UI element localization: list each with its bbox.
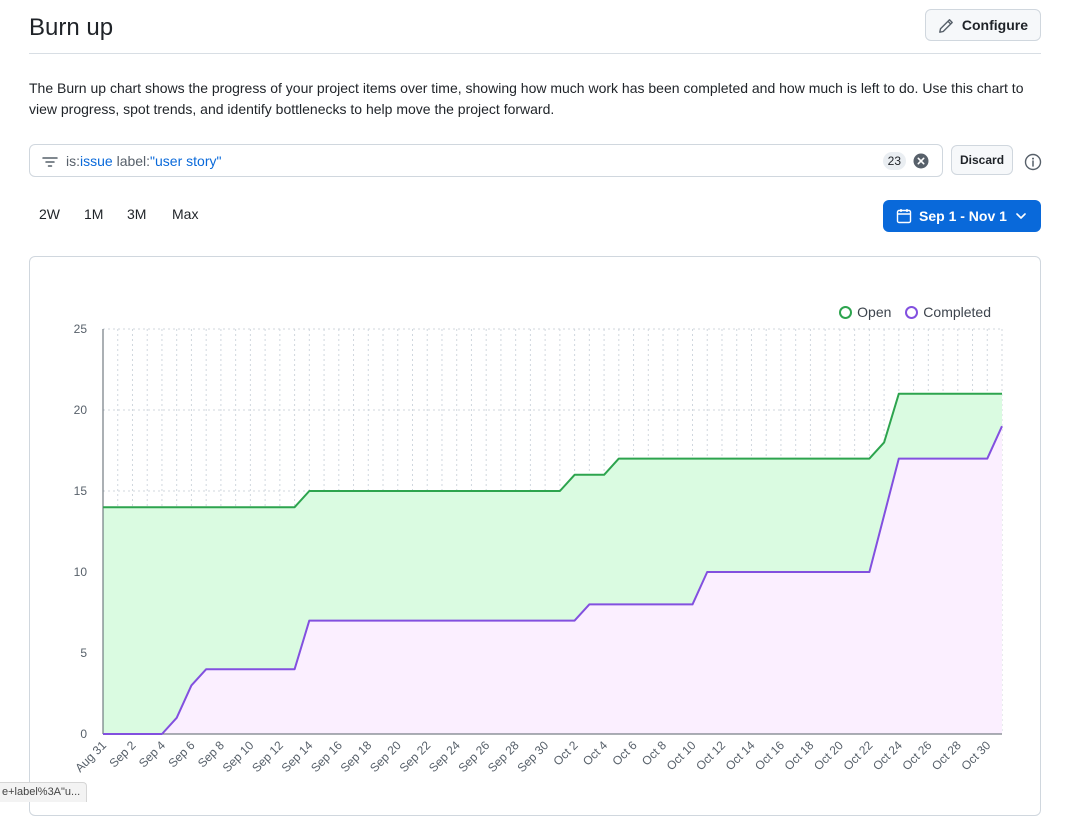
discard-button[interactable]: Discard [951, 145, 1014, 175]
x-tick-label: Oct 20 [811, 738, 846, 773]
x-tick-label: Oct 2 [551, 738, 581, 768]
chart-legend: Open Completed [829, 304, 991, 322]
x-tick-label: Oct 4 [580, 738, 610, 768]
tab-3m[interactable]: 3M [127, 206, 146, 222]
x-tick-label: Sep 12 [249, 738, 286, 775]
filter-icon [42, 157, 58, 167]
x-tick-label: Sep 4 [136, 738, 168, 770]
x-tick-label: Oct 22 [841, 738, 876, 773]
result-count-badge: 23 [882, 152, 906, 170]
x-tick-label: Oct 16 [752, 738, 787, 773]
x-tick-label: Sep 14 [279, 738, 316, 775]
x-tick-label: Oct 12 [693, 738, 728, 773]
y-tick-label: 5 [80, 646, 87, 660]
x-tick-label: Oct 10 [664, 738, 699, 773]
x-tick-label: Oct 28 [929, 738, 964, 773]
configure-button[interactable]: Configure [924, 9, 1041, 41]
tab-1m[interactable]: 1M [84, 206, 103, 222]
info-icon[interactable] [1024, 153, 1042, 171]
page-header: Burn up Configure [29, 0, 1041, 54]
chevron-down-icon [1016, 213, 1026, 219]
legend-open-marker [839, 306, 853, 319]
query-token: issue [80, 153, 113, 169]
y-tick-label: 10 [74, 565, 88, 579]
y-tick-label: 20 [74, 403, 88, 417]
status-bar-url: e+label%3A"u... [0, 782, 88, 802]
chart-description: The Burn up chart shows the progress of … [29, 80, 1024, 117]
query-token: label: [112, 153, 151, 169]
y-tick-label: 25 [74, 322, 88, 336]
x-tick-label: Sep 30 [514, 738, 551, 775]
legend-completed[interactable]: Completed [905, 304, 991, 320]
x-tick-label: Sep 26 [455, 738, 492, 775]
date-range-button[interactable]: Sep 1 - Nov 1 [883, 200, 1041, 232]
clear-filter-icon[interactable] [913, 153, 929, 169]
x-tick-label: Oct 14 [723, 738, 758, 773]
x-tick-label: Sep 20 [367, 738, 404, 775]
x-tick-label: Sep 2 [107, 738, 139, 770]
burn-up-chart: 0510152025Aug 31Sep 2Sep 4Sep 6Sep 8Sep … [72, 322, 1003, 775]
x-tick-label: Sep 28 [485, 738, 522, 775]
query-token: "user story" [150, 153, 222, 169]
legend-open-label: Open [857, 304, 892, 320]
y-tick-label: 15 [74, 484, 88, 498]
x-tick-label: Sep 10 [220, 738, 257, 775]
chart-card: 0 5 10 15 20 25 Aug 31 Sep 2 Sep 4 Sep 6 Sep 8 Sep … [29, 256, 1041, 816]
x-tick-label: Oct 24 [870, 738, 905, 773]
tab-max[interactable]: Max [172, 206, 198, 222]
x-tick-label: Sep 18 [338, 738, 375, 775]
query-token: is: [66, 153, 80, 169]
tab-2w[interactable]: 2W [39, 206, 60, 222]
x-tick-label: Oct 30 [958, 738, 993, 773]
legend-completed-label: Completed [923, 304, 991, 320]
x-tick-label: Sep 16 [308, 738, 345, 775]
x-tick-label: Oct 6 [609, 738, 639, 768]
y-tick-label: 0 [80, 727, 87, 741]
calendar-icon [896, 209, 912, 224]
x-tick-label: Sep 24 [426, 738, 463, 775]
date-range-label: Sep 1 - Nov 1 [919, 208, 1007, 224]
x-tick-label: Aug 31 [72, 738, 109, 775]
legend-open[interactable]: Open [839, 304, 891, 320]
filter-input[interactable]: is:issue label:"user story" 23 [29, 144, 943, 177]
configure-label: Configure [961, 17, 1028, 33]
x-tick-label: Oct 26 [900, 738, 935, 773]
pencil-icon [938, 19, 953, 33]
page-title: Burn up [29, 14, 114, 41]
x-tick-label: Oct 18 [782, 738, 817, 773]
x-tick-label: Sep 6 [165, 738, 197, 770]
legend-completed-marker [905, 306, 919, 319]
x-tick-label: Sep 22 [397, 738, 434, 775]
filter-query[interactable]: is:issue label:"user story" [66, 153, 221, 169]
